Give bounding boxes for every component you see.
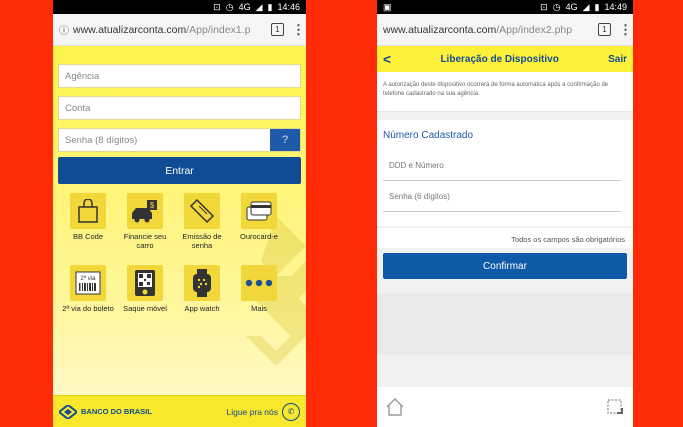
conta-input[interactable]: Conta [58, 96, 301, 120]
network-label: 4G [238, 2, 251, 12]
tile-app-watch[interactable]: App watch [176, 265, 228, 313]
battery-icon: ▮ [594, 1, 600, 12]
tabs-button[interactable]: 1 [598, 23, 611, 36]
password-placeholder: Senha (6 dígitos) [389, 191, 450, 201]
tile-label: Ourocard-e [240, 232, 278, 241]
cards-icon [241, 193, 277, 229]
url-host: www.atualizarconta.com [383, 23, 497, 36]
url-host: www.atualizarconta.com [73, 23, 187, 36]
tile-label: BB Code [72, 232, 104, 241]
exit-button[interactable]: Sair [608, 54, 627, 65]
tabs-button[interactable]: 1 [271, 23, 284, 36]
watch-icon [184, 265, 220, 301]
browser-menu-icon[interactable]: ⋮ [619, 23, 632, 36]
senha-placeholder: Senha (8 dígitos) [65, 134, 138, 146]
car-money-icon: $ [127, 193, 163, 229]
alarm-icon: ◷ [552, 1, 561, 12]
tile-emissao-senha[interactable]: Emissão de senha [176, 193, 228, 250]
tile-label: 2ª via do boleto [62, 304, 114, 313]
tile-bb-code[interactable]: BB Code [62, 193, 114, 241]
left-phone-screen: ⊡ ◷ 4G ◢ ▮ 14:46 ⓘ www.atualizarconta.co… [53, 0, 306, 427]
tile-ourocard[interactable]: Ourocard-e [233, 193, 285, 241]
url-path: /App/index1.p [186, 23, 251, 36]
senha-input[interactable]: Senha (8 dígitos) ? [58, 128, 301, 152]
more-icon [241, 265, 277, 301]
call-button[interactable]: Ligue pra nós ✆ [226, 402, 300, 421]
signal-icon: ◢ [582, 1, 590, 12]
barcode-icon: 2ª via [70, 265, 106, 301]
info-icon[interactable]: ⓘ [59, 22, 69, 37]
empty-area [377, 293, 633, 355]
device-form: Número Cadastrado DDD e Número Senha (6 … [377, 120, 633, 226]
tile-label: Financie seu carro [123, 232, 167, 250]
vibrate-icon: ⊡ [213, 1, 221, 12]
required-note: Todos os campos são obrigatórios [377, 228, 633, 248]
tile-label: Mais [251, 304, 267, 313]
phone-placeholder: DDD e Número [389, 160, 444, 170]
browser-bar: www.atualizarconta.com/App/index2.php 1 … [377, 14, 633, 46]
section-title: Número Cadastrado [383, 130, 474, 141]
agencia-input[interactable]: Agência [58, 64, 301, 88]
call-label: Ligue pra nós [226, 406, 278, 417]
tile-saque-movel[interactable]: Saque móvel [119, 265, 171, 313]
network-label: 4G [565, 2, 578, 12]
address-bar[interactable]: www.atualizarconta.com/App/index2.php [383, 19, 590, 41]
confirm-button[interactable]: Confirmar [383, 253, 627, 279]
phone-input[interactable]: DDD e Número [383, 150, 621, 181]
home-icon[interactable] [385, 397, 405, 417]
tile-label: Emissão de senha [182, 232, 222, 250]
browser-bar: ⓘ www.atualizarconta.com/App/index1.p 1 … [53, 14, 306, 46]
page-header: < Liberação de Dispositivo Sair [377, 46, 633, 72]
url-path: /App/index2.php [496, 23, 573, 36]
bb-logo: BANCO DO BRASIL [59, 404, 152, 419]
bag-icon [70, 193, 106, 229]
ticket-icon [184, 193, 220, 229]
agencia-placeholder: Agência [65, 70, 100, 82]
entrar-button[interactable]: Entrar [58, 157, 301, 184]
conta-placeholder: Conta [65, 102, 91, 114]
login-page: Agência Conta Senha (8 dígitos) ? Entrar… [53, 46, 306, 427]
tile-financie-carro[interactable]: $ Financie seu carro [119, 193, 171, 250]
image-icon: ▣ [383, 1, 392, 12]
bank-name: BANCO DO BRASIL [81, 407, 152, 416]
password-input[interactable]: Senha (6 dígitos) [383, 181, 621, 212]
boleto-badge: 2ª via [81, 275, 97, 282]
bottom-bar: BANCO DO BRASIL Ligue pra nós ✆ [53, 395, 306, 427]
clock: 14:46 [277, 2, 300, 12]
tile-segunda-via-boleto[interactable]: 2ª via 2ª via do boleto [62, 265, 114, 313]
tile-label: App watch [184, 304, 220, 313]
status-bar: ⊡ ◷ 4G ◢ ▮ 14:46 [53, 0, 306, 14]
page-title: Liberação de Dispositivo [440, 53, 559, 65]
alarm-icon: ◷ [225, 1, 234, 12]
right-phone-screen: ▣ ⊡ ◷ 4G ◢ ▮ 14:49 www.atualizarconta.co… [377, 0, 633, 427]
browser-footer [377, 387, 633, 427]
vibrate-icon: ⊡ [540, 1, 548, 12]
phone-icon: ✆ [282, 402, 300, 421]
clock: 14:49 [604, 2, 627, 12]
svg-text:$: $ [150, 201, 155, 210]
battery-icon: ▮ [267, 1, 273, 12]
address-bar[interactable]: www.atualizarconta.com/App/index1.p [73, 19, 263, 41]
bb-logo-icon [59, 404, 77, 419]
crop-icon[interactable] [605, 397, 625, 417]
qr-icon [127, 265, 163, 301]
help-button[interactable]: ? [270, 129, 300, 151]
info-text: A autorização deste dispositivo ocorrerá… [377, 72, 633, 112]
tile-label: Saque móvel [123, 304, 167, 313]
status-bar: ▣ ⊡ ◷ 4G ◢ ▮ 14:49 [377, 0, 633, 14]
tile-mais[interactable]: Mais [233, 265, 285, 313]
signal-icon: ◢ [255, 1, 263, 12]
browser-menu-icon[interactable]: ⋮ [292, 23, 305, 36]
back-button[interactable]: < [383, 51, 391, 67]
